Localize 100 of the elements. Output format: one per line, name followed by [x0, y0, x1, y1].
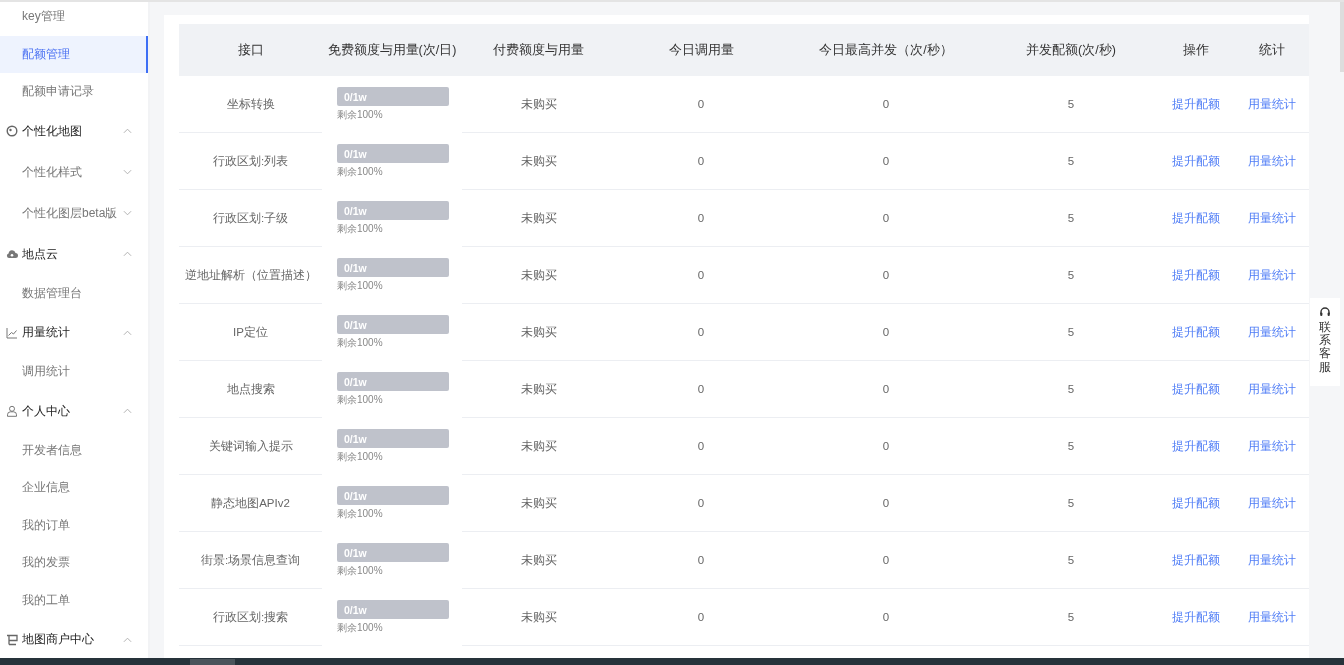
quota-text: 0/1w	[343, 147, 367, 160]
raise-quota-link[interactable]: 提升配额	[1172, 153, 1220, 169]
concurrency-limit: 5	[985, 589, 1157, 646]
call-count: 0	[615, 532, 787, 589]
remaining-text: 剩余100%	[337, 450, 383, 464]
sidebar-group[interactable]: 个人中心	[0, 390, 148, 432]
call-count: 0	[615, 589, 787, 646]
usage-stats-link[interactable]: 用量统计	[1248, 153, 1296, 169]
raise-quota-link[interactable]: 提升配额	[1172, 609, 1220, 625]
group-label: 地图商户中心	[22, 631, 95, 648]
remaining-text: 剩余100%	[337, 108, 383, 122]
group-label: 用量统计	[22, 324, 71, 341]
group-label: 个人中心	[22, 402, 71, 420]
paid-status: 未购买	[462, 304, 615, 361]
remaining-text: 剩余100%	[337, 279, 383, 293]
concurrency-limit: 5	[985, 76, 1157, 133]
sidebar-item[interactable]: 我的订单	[0, 506, 148, 544]
peak-concurrency: 0	[787, 133, 985, 190]
sidebar-item[interactable]: 配额管理	[0, 35, 148, 73]
api-name: 静态地图APIv2	[179, 475, 322, 532]
quota-text: 0/1w	[343, 546, 367, 559]
column-header: 今日最高并发（次/秒）	[818, 41, 954, 59]
peak-concurrency: 0	[787, 361, 985, 418]
sidebar-group[interactable]: 个性化地图	[0, 110, 148, 152]
scrollbar-thumb[interactable]	[190, 659, 235, 665]
paid-status: 未购买	[462, 247, 615, 304]
scrollbar[interactable]	[0, 658, 1344, 665]
quota-text: 0/1w	[343, 489, 367, 502]
usage-stats-link[interactable]: 用量统计	[1248, 381, 1296, 397]
paid-status: 未购买	[462, 361, 615, 418]
raise-quota-link[interactable]: 提升配额	[1172, 267, 1220, 283]
api-name: 街景:场景信息查询	[179, 532, 322, 589]
peak-concurrency: 0	[787, 76, 985, 133]
raise-quota-link[interactable]: 提升配额	[1172, 495, 1220, 511]
usage-stats-link[interactable]: 用量统计	[1248, 324, 1296, 340]
api-name: 逆地址解析（位置描述）	[179, 247, 322, 304]
paid-status: 未购买	[462, 133, 615, 190]
headset-icon	[1319, 306, 1331, 318]
sidebar-item[interactable]: 开发者信息	[0, 431, 148, 469]
api-name: 坐标转换	[179, 76, 322, 133]
sidebar-group[interactable]: 地点云	[0, 233, 148, 275]
quota-text: 0/1w	[343, 204, 367, 217]
sidebar-item[interactable]: key管理	[0, 2, 148, 36]
paid-status: 未购买	[462, 190, 615, 247]
raise-quota-link[interactable]: 提升配额	[1172, 381, 1220, 397]
quota-text: 0/1w	[343, 432, 367, 445]
sidebar-item[interactable]: 我的发票	[0, 544, 148, 582]
sidebar-item[interactable]: 配额申请记录	[0, 73, 148, 111]
remaining-text: 剩余100%	[337, 222, 383, 236]
remaining-text: 剩余100%	[337, 564, 383, 578]
remaining-text: 剩余100%	[337, 165, 383, 179]
usage-stats-link[interactable]: 用量统计	[1248, 552, 1296, 568]
concurrency-limit: 5	[985, 532, 1157, 589]
remaining-text: 剩余100%	[337, 507, 383, 521]
quota-text: 0/1w	[343, 603, 367, 616]
peak-concurrency: 0	[787, 304, 985, 361]
quota-text: 0/1w	[343, 261, 367, 274]
api-name: 行政区划:列表	[179, 133, 322, 190]
column-header: 接口	[236, 41, 265, 59]
sidebar-submenu[interactable]: 个性化图层beta版	[0, 192, 148, 234]
usage-stats-link[interactable]: 用量统计	[1248, 609, 1296, 625]
api-name: 行政区划:搜索	[179, 589, 322, 646]
support-tab[interactable]: 联系客服	[1310, 298, 1340, 386]
peak-concurrency: 0	[787, 418, 985, 475]
raise-quota-link[interactable]: 提升配额	[1172, 210, 1220, 226]
call-count: 0	[615, 190, 787, 247]
usage-stats-link[interactable]: 用量统计	[1248, 267, 1296, 283]
paid-status: 未购买	[462, 418, 615, 475]
peak-concurrency: 0	[787, 190, 985, 247]
quota-text: 0/1w	[343, 90, 367, 103]
call-count: 0	[615, 475, 787, 532]
concurrency-limit: 5	[985, 190, 1157, 247]
usage-stats-link[interactable]: 用量统计	[1248, 438, 1296, 454]
call-count: 0	[615, 304, 787, 361]
usage-stats-link[interactable]: 用量统计	[1248, 495, 1296, 511]
sidebar-group[interactable]: 用量统计	[0, 312, 148, 353]
raise-quota-link[interactable]: 提升配额	[1172, 438, 1220, 454]
column-header: 统计	[1258, 41, 1286, 59]
sidebar-item[interactable]: 调用统计	[0, 353, 148, 391]
concurrency-limit: 5	[985, 304, 1157, 361]
cloud-icon	[6, 248, 18, 260]
raise-quota-link[interactable]: 提升配额	[1172, 324, 1220, 340]
quota-text: 0/1w	[343, 318, 367, 331]
sidebar-group[interactable]: 地图商户中心	[0, 619, 148, 658]
peak-concurrency: 0	[787, 532, 985, 589]
group-label: 地点云	[22, 245, 59, 263]
concurrency-limit: 5	[985, 247, 1157, 304]
usage-stats-link[interactable]: 用量统计	[1248, 210, 1296, 226]
submenu-label: 个性化样式	[22, 163, 82, 181]
usage-stats-link[interactable]: 用量统计	[1248, 96, 1296, 112]
call-count: 0	[615, 76, 787, 133]
sidebar-item[interactable]: 我的工单	[0, 581, 148, 619]
sidebar-submenu[interactable]: 个性化样式	[0, 151, 148, 193]
raise-quota-link[interactable]: 提升配额	[1172, 96, 1220, 112]
sidebar-item[interactable]: 企业信息	[0, 469, 148, 507]
api-name: 地点搜索	[179, 361, 322, 418]
call-count: 0	[615, 418, 787, 475]
call-count: 0	[615, 133, 787, 190]
sidebar-item[interactable]: 数据管理台	[0, 274, 148, 312]
raise-quota-link[interactable]: 提升配额	[1172, 552, 1220, 568]
